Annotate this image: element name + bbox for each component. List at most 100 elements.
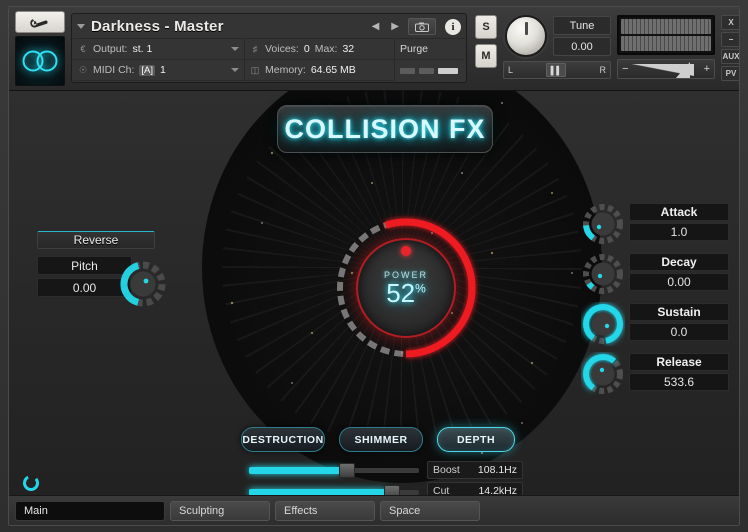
voices-value: 0 (303, 43, 310, 55)
close-button[interactable]: X (721, 15, 739, 30)
pan-right-label: R (599, 65, 606, 75)
instrument-name: Darkness - Master (91, 18, 224, 35)
plugin-title-plate: COLLISION FX (277, 105, 493, 153)
attack-knob[interactable] (581, 202, 625, 246)
instrument-frame: Darkness - Master ◀ ▶ i € Output: st. 1 … (8, 6, 740, 526)
memory-label: Memory: (265, 64, 306, 76)
release-value[interactable]: 533.6 (629, 373, 729, 391)
sustain-knob-icon (583, 304, 623, 344)
envelope-row: Decay 0.00 (581, 251, 729, 298)
release-label: Release (629, 353, 729, 371)
mute-button[interactable]: M (475, 44, 497, 68)
header-left-column (15, 11, 67, 86)
depth-button[interactable]: DEPTH (437, 427, 515, 452)
solo-button[interactable]: S (475, 15, 497, 39)
decay-value[interactable]: 0.00 (629, 273, 729, 291)
decay-label: Decay (629, 253, 729, 271)
purge-row[interactable]: Purge (395, 39, 463, 60)
circular-brand-icon (23, 475, 39, 491)
output-value: st. 1 (132, 43, 153, 55)
power-knob[interactable]: POWER 52% (356, 238, 456, 338)
wrench-icon (30, 18, 48, 28)
volume-plus-label: + (703, 63, 710, 75)
eq-slider-area (249, 463, 419, 495)
instrument-stage: COLLISION FX POWER 52% Reverse Pitch 0.0… (9, 91, 739, 495)
instrument-header: Darkness - Master ◀ ▶ i € Output: st. 1 … (9, 7, 739, 91)
attack-label: Attack (629, 203, 729, 221)
decay-knob[interactable] (581, 252, 625, 296)
output-dropdown-icon[interactable] (231, 47, 239, 51)
memory-icon: ◫ (250, 64, 260, 75)
plugin-title: COLLISION FX (284, 113, 486, 144)
power-knob-group[interactable]: POWER 52% (327, 209, 485, 367)
tab-main[interactable]: Main (15, 500, 165, 521)
release-fields: Release 533.6 (629, 353, 729, 391)
memory-row: ◫ Memory: 64.65 MB (245, 60, 394, 81)
purge-segment-3 (438, 67, 458, 74)
midi-bank-badge: [A] (139, 64, 156, 76)
attack-fields: Attack 1.0 (629, 203, 729, 241)
level-meters (617, 15, 715, 55)
tab-effects[interactable]: Effects (275, 500, 375, 521)
prev-preset-button[interactable]: ◀ (369, 21, 383, 32)
pan-center-handle[interactable]: ▌▌ (546, 63, 567, 77)
instrument-info-panel: Darkness - Master ◀ ▶ i € Output: st. 1 … (71, 13, 467, 83)
tab-bar: Main Sculpting Effects Space (9, 495, 739, 525)
pan-slider[interactable]: L ▌▌ R (503, 61, 611, 79)
minimize-button[interactable]: − (721, 32, 739, 47)
snapshot-camera-button[interactable] (408, 18, 436, 35)
boost-slider[interactable] (249, 463, 419, 478)
wrench-button[interactable] (15, 11, 65, 33)
boost-readout[interactable]: Boost 108.1Hz (427, 461, 523, 479)
cut-slider[interactable] (249, 485, 419, 495)
fx-button-row: DESTRUCTION SHIMMER DEPTH (241, 427, 531, 452)
boost-value: 108.1Hz (477, 464, 517, 476)
pan-left-label: L (508, 65, 514, 75)
cut-value: 14.2kHz (478, 485, 517, 495)
purge-label: Purge (400, 43, 429, 55)
instrument-logo-thumbnail (15, 36, 65, 86)
release-knob[interactable] (581, 352, 625, 396)
instrument-menu-icon[interactable] (77, 24, 85, 29)
attack-value[interactable]: 1.0 (629, 223, 729, 241)
aux-button[interactable]: AUX (721, 49, 739, 64)
camera-icon (415, 22, 429, 32)
reverse-button[interactable]: Reverse (37, 231, 155, 249)
midi-label: MIDI Ch: (93, 64, 135, 76)
sustain-fields: Sustain 0.0 (629, 303, 729, 341)
cut-label: Cut (433, 485, 450, 495)
solo-mute-column: S M (475, 15, 499, 73)
tab-sculpting[interactable]: Sculpting (170, 500, 270, 521)
destruction-button[interactable]: DESTRUCTION (241, 427, 325, 452)
instrument-detail-rows: € Output: st. 1 ☉ MIDI Ch: [A] 1 ♯ Voice… (73, 39, 465, 81)
level-meter-right (621, 36, 711, 51)
midi-dropdown-icon[interactable] (231, 68, 239, 72)
max-label: Max: (314, 43, 338, 55)
midi-icon: ☉ (78, 64, 88, 75)
info-button[interactable]: i (445, 18, 461, 35)
sustain-value[interactable]: 0.0 (629, 323, 729, 341)
tune-value[interactable]: 0.00 (553, 37, 611, 56)
purge-column: Purge (395, 39, 463, 81)
cut-slider-thumb[interactable] (384, 485, 400, 495)
pitch-value[interactable]: 0.00 (37, 278, 132, 297)
boost-slider-thumb[interactable] (339, 463, 355, 478)
tune-fields: Tune 0.00 (553, 16, 611, 58)
tab-space[interactable]: Space (380, 500, 480, 521)
shimmer-button[interactable]: SHIMMER (339, 427, 423, 452)
sustain-knob[interactable] (581, 302, 625, 346)
envelope-row: Attack 1.0 (581, 201, 729, 248)
envelope-panel: Attack 1.0 Decay 0.00 Sustain 0.0 Releas… (581, 201, 729, 401)
power-value: 52% (386, 278, 426, 308)
pv-button[interactable]: PV (721, 66, 739, 81)
pitch-knob[interactable] (119, 260, 167, 308)
midi-channel-row[interactable]: ☉ MIDI Ch: [A] 1 (73, 60, 244, 81)
eq-readout-area: Boost 108.1Hz Cut 14.2kHz (427, 461, 523, 495)
next-preset-button[interactable]: ▶ (388, 21, 402, 32)
output-row[interactable]: € Output: st. 1 (73, 39, 244, 60)
kontakt-window: Darkness - Master ◀ ▶ i € Output: st. 1 … (0, 0, 748, 532)
volume-slider[interactable]: − + (617, 59, 715, 79)
tune-knob[interactable] (505, 15, 547, 57)
attack-knob-icon (583, 204, 623, 244)
cut-readout[interactable]: Cut 14.2kHz (427, 482, 523, 495)
